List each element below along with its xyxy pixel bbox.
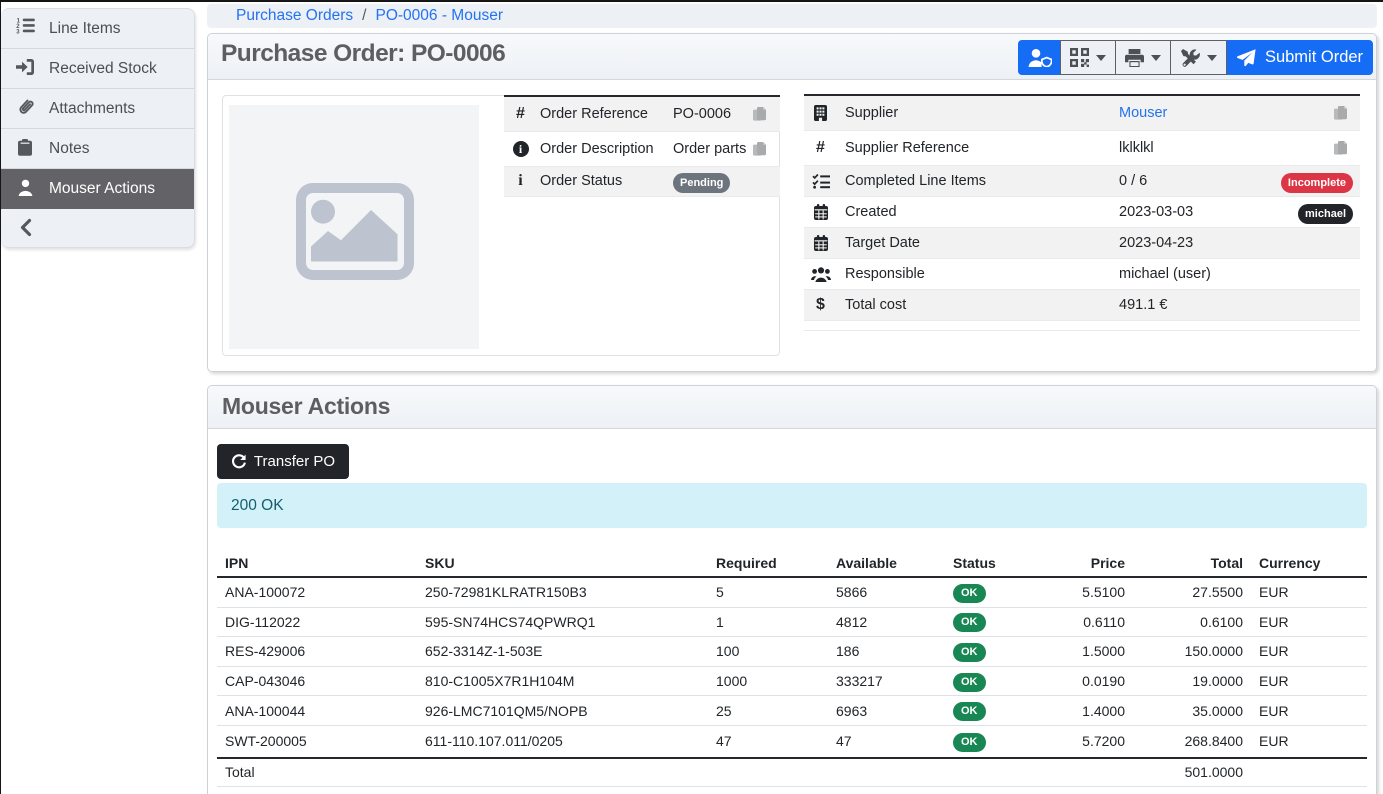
svg-text:3: 3	[16, 29, 20, 34]
